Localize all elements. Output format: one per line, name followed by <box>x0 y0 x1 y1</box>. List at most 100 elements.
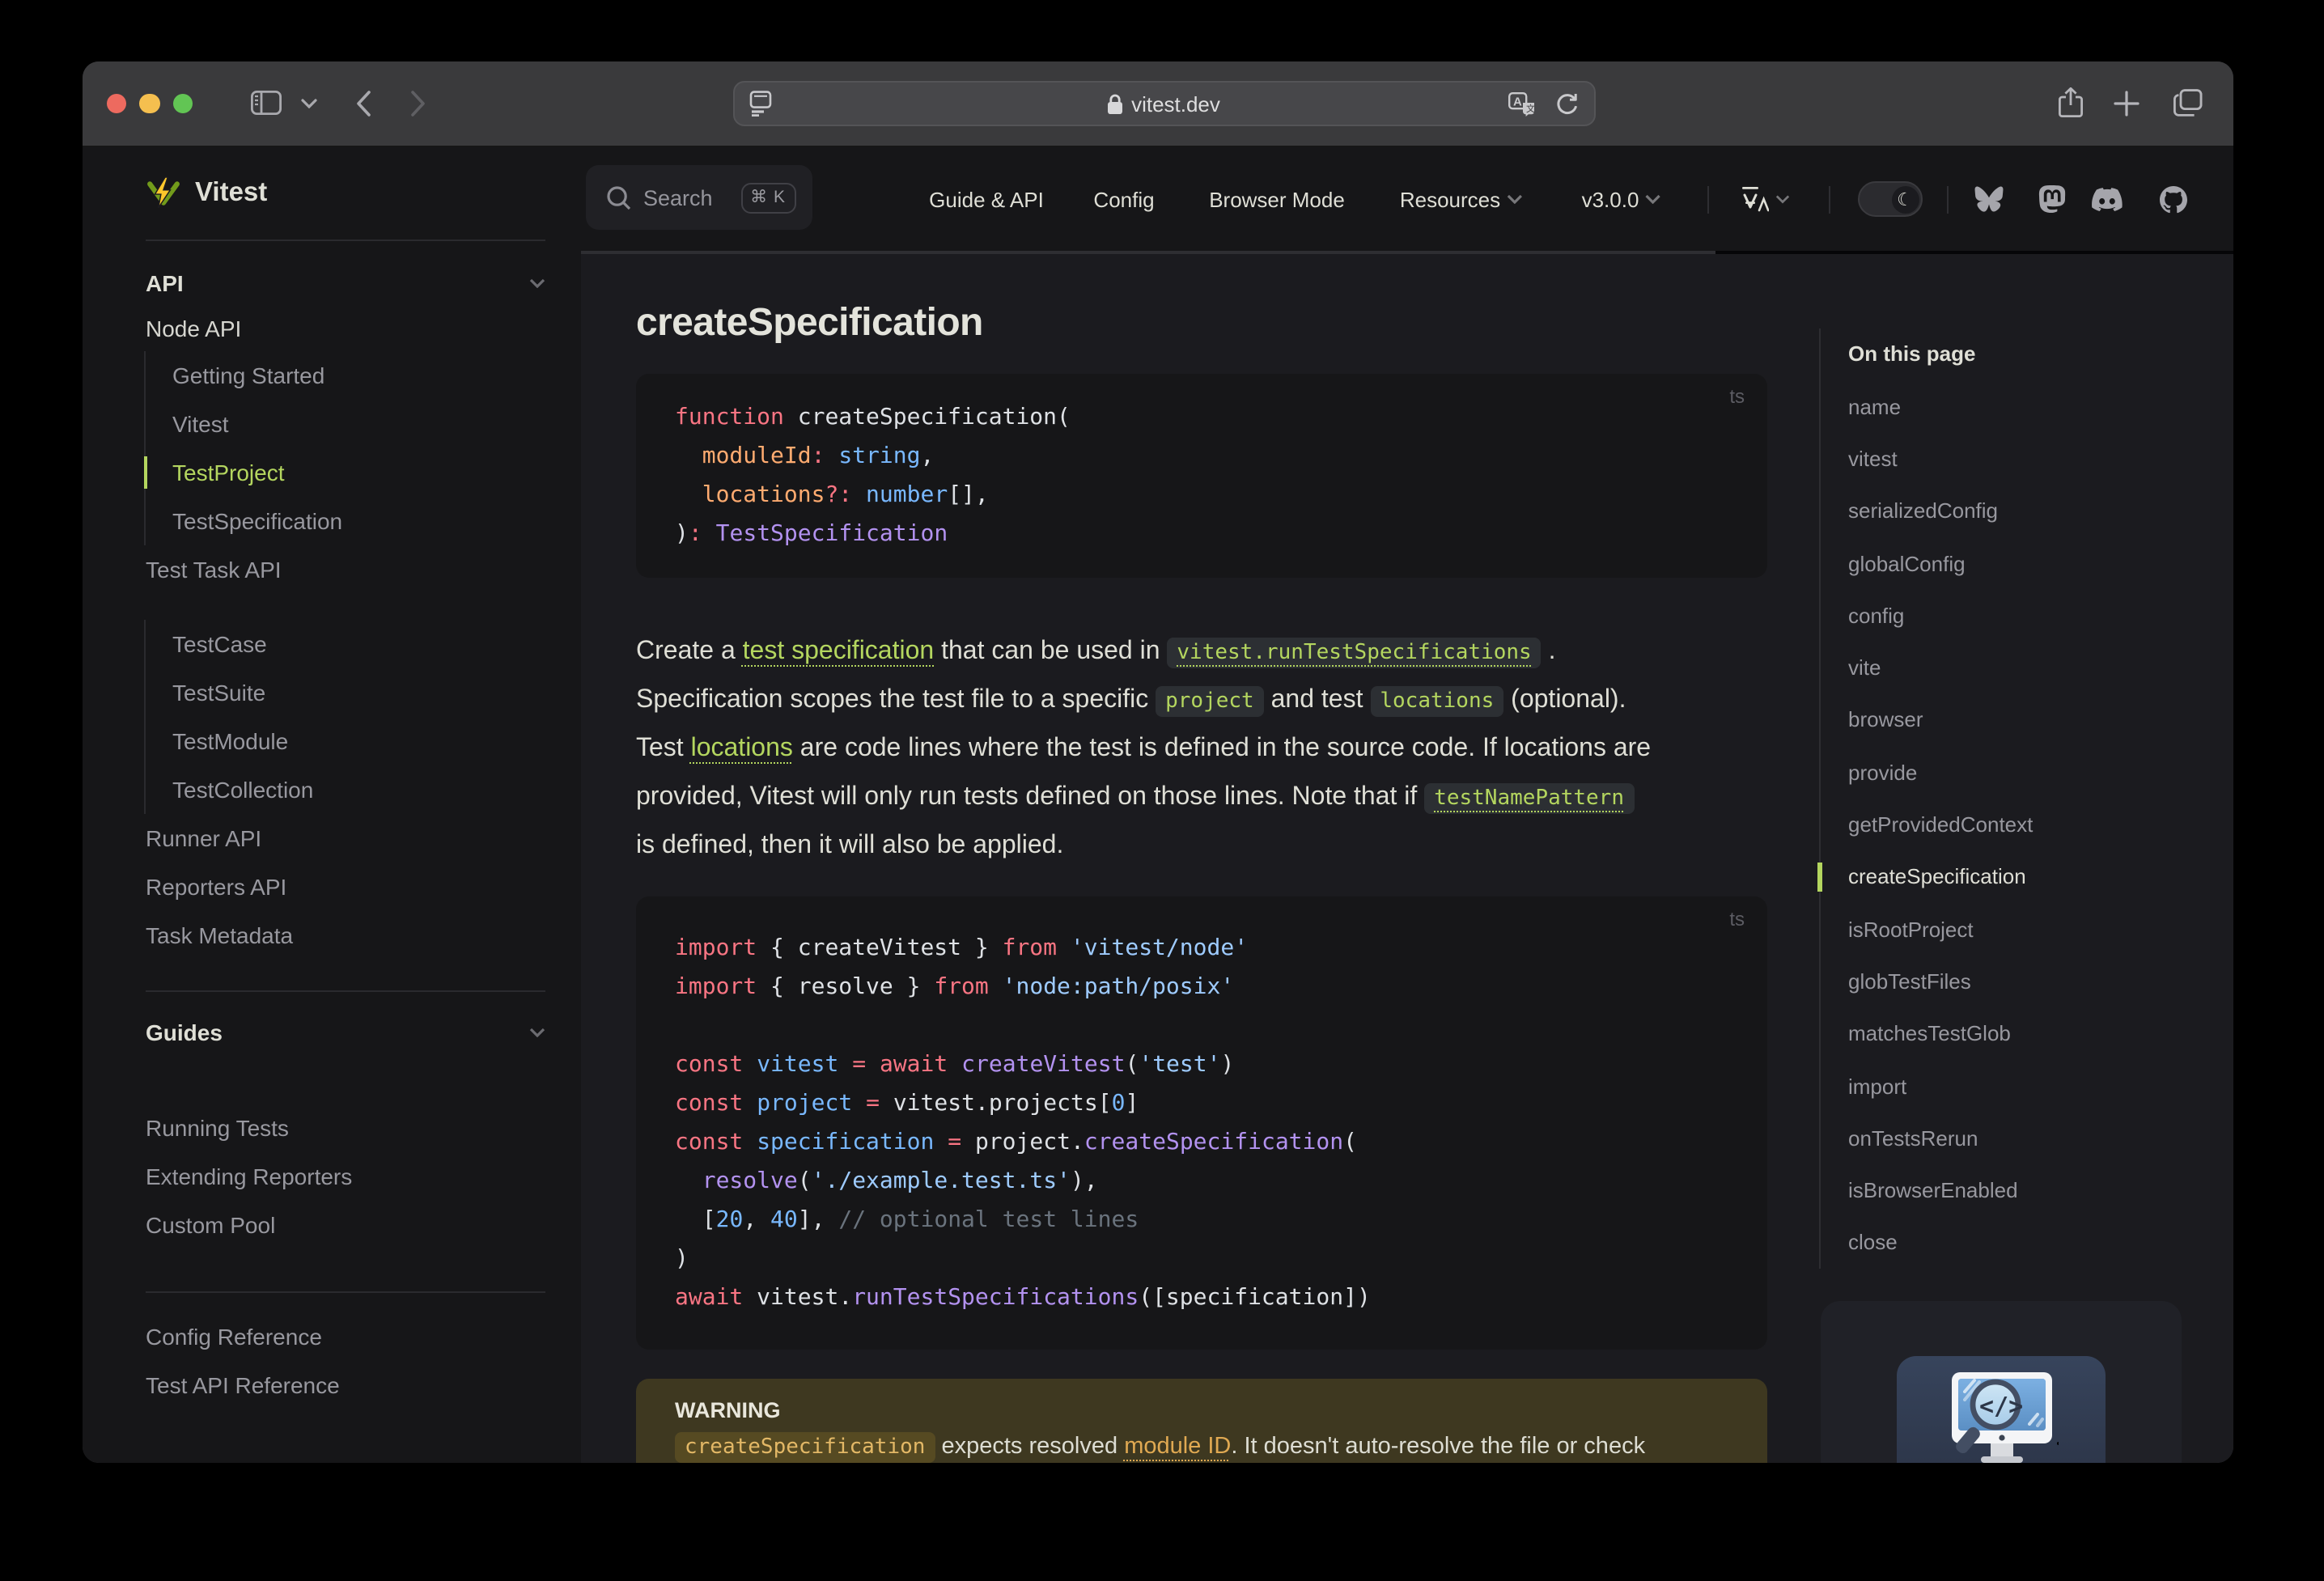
translate-icon[interactable]: A文 <box>1508 91 1535 116</box>
inline-code: createSpecification <box>675 1432 935 1462</box>
outline-item-isbrowserenabled[interactable]: isBrowserEnabled <box>1848 1164 2224 1217</box>
desktop: vitest.dev A文 Vitest API Node API Gettin… <box>0 0 2324 1581</box>
vitest-logo <box>147 176 180 209</box>
outline-item-browser[interactable]: browser <box>1848 694 2224 747</box>
address-bar[interactable]: vitest.dev A文 <box>732 81 1595 126</box>
doc-link[interactable]: test specification <box>743 638 935 665</box>
nav-v3-0-0[interactable]: v3.0.0 <box>1582 147 1662 251</box>
sidebar-item-testspecification[interactable]: TestSpecification <box>172 497 545 545</box>
outline-item-import[interactable]: import <box>1848 1060 2224 1113</box>
outline-item-serializedconfig[interactable]: serializedConfig <box>1848 485 2224 537</box>
code-line: [20, 40], // optional test lines <box>675 1207 1139 1233</box>
moon-icon: ☾ <box>1891 185 1919 213</box>
code-line: resolve('./example.test.ts'), <box>702 1168 1098 1194</box>
sidebar-item-config-reference[interactable]: Config Reference <box>146 1312 545 1361</box>
navbar: Search ⌘ K Guide & API Config Browser Mode… <box>581 147 2233 253</box>
url-text: vitest.dev <box>1131 91 1220 116</box>
sidebar-item-custom-pool[interactable]: Custom Pool <box>146 1201 545 1249</box>
github-link[interactable] <box>2159 147 2186 251</box>
lock-icon <box>1108 93 1123 113</box>
outline-item-name[interactable]: name <box>1848 380 2224 433</box>
brand[interactable]: Vitest <box>146 147 545 241</box>
sponsor-card[interactable]: </> <box>1821 1301 2182 1462</box>
outline-item-provide[interactable]: provide <box>1848 746 2224 799</box>
inline-code[interactable]: locations <box>1370 686 1504 717</box>
outline-title: On this page <box>1848 341 1976 366</box>
nav-resources[interactable]: Resources <box>1400 147 1523 251</box>
sidebar-item-test-api-reference[interactable]: Test API Reference <box>146 1361 545 1409</box>
doc-link[interactable]: module ID <box>1124 1434 1231 1460</box>
on-this-page: On this page name vitest serializedConfig g… <box>1817 328 2224 1269</box>
sidebar-chevron-icon[interactable] <box>301 61 317 146</box>
forward-button[interactable] <box>411 61 426 146</box>
outline-item-globalconfig[interactable]: globalConfig <box>1848 537 2224 590</box>
discord-link[interactable] <box>2091 147 2122 251</box>
code-search-monitor-icon: </> <box>1951 1372 2058 1462</box>
inline-code-link[interactable]: vitest.runTestSpecifications <box>1167 638 1542 668</box>
search-label: Search <box>643 185 713 210</box>
reload-icon[interactable] <box>1554 91 1579 116</box>
outline-item-ontestsrerun[interactable]: onTestsRerun <box>1848 1112 2224 1164</box>
outline-item-createspecification[interactable]: createSpecification <box>1817 850 2224 903</box>
doc-link[interactable]: locations <box>691 735 793 762</box>
outline-item-globtestfiles[interactable]: globTestFiles <box>1848 956 2224 1008</box>
code-lang-label: ts <box>1729 908 1745 930</box>
sidebar: Vitest API Node API Getting Started Vitest T… <box>83 147 581 1462</box>
sidebar-item-running-tests[interactable]: Running Tests <box>146 1104 545 1152</box>
code-line: ): TestSpecification <box>675 521 948 547</box>
sidebar-item-test-task-api[interactable]: Test Task API <box>146 545 545 594</box>
code-line: await vitest.runTestSpecifications([spec… <box>675 1285 1371 1311</box>
sidebar-item-getting-started[interactable]: Getting Started <box>172 351 545 400</box>
paragraph: Create a test specification that can be … <box>636 638 1652 859</box>
nav-guide-api[interactable]: Guide & API <box>929 147 1044 251</box>
inline-code[interactable]: project <box>1156 686 1264 717</box>
sidebar-item-vitest[interactable]: Vitest <box>172 400 545 448</box>
outline-item-getprovidedcontext[interactable]: getProvidedContext <box>1848 799 2224 851</box>
sidebar-divider <box>146 990 545 992</box>
sidebar-item-testmodule[interactable]: TestModule <box>172 717 545 765</box>
search-button[interactable]: Search ⌘ K <box>585 165 812 230</box>
sidebar-toggle-icon[interactable] <box>251 61 282 146</box>
warning-callout: WARNING createSpecification expects reso… <box>636 1379 1767 1462</box>
sidebar-item-testcollection[interactable]: TestCollection <box>172 765 545 814</box>
outline-item-vite[interactable]: vite <box>1848 642 2224 694</box>
minimize-button[interactable] <box>139 93 159 113</box>
sidebar-item-testcase[interactable]: TestCase <box>172 620 545 668</box>
inline-code-link[interactable]: testNamePattern <box>1424 783 1634 814</box>
outline-item-vitest[interactable]: vitest <box>1848 433 2224 485</box>
sidebar-section-api[interactable]: API <box>146 261 545 306</box>
chevron-down-icon <box>1507 194 1523 204</box>
browser-window: vitest.dev A文 Vitest API Node API Gettin… <box>83 61 2233 1462</box>
bluesky-link[interactable] <box>1974 147 2004 251</box>
zoom-button[interactable] <box>172 93 193 113</box>
code-line: const project = vitest.projects[0] <box>675 1091 1139 1117</box>
sidebar-item-extending-reporters[interactable]: Extending Reporters <box>146 1152 545 1201</box>
chevron-down-icon <box>529 278 545 288</box>
outline-item-config[interactable]: config <box>1848 589 2224 642</box>
new-tab-icon[interactable] <box>2114 61 2140 146</box>
sidebar-item-testproject[interactable]: TestProject <box>143 448 545 497</box>
share-icon[interactable] <box>2059 61 2083 146</box>
nav-browser-mode[interactable]: Browser Mode <box>1209 147 1345 251</box>
sidebar-item-reporters-api[interactable]: Reporters API <box>146 863 545 911</box>
sidebar-section-guides[interactable]: Guides <box>146 1010 545 1055</box>
mastodon-link[interactable] <box>2038 147 2066 251</box>
search-icon <box>606 185 630 210</box>
nav-config[interactable]: Config <box>1093 147 1154 251</box>
sidebar-item-runner-api[interactable]: Runner API <box>146 814 545 863</box>
outline-item-matchestestglob[interactable]: matchesTestGlob <box>1848 1007 2224 1060</box>
language-menu[interactable] <box>1741 147 1790 251</box>
sidebar-item-testsuite[interactable]: TestSuite <box>172 668 545 717</box>
outline-item-close[interactable]: close <box>1848 1217 2224 1269</box>
chevron-down-icon <box>529 1028 545 1037</box>
sidebar-item-node-api[interactable]: Node API <box>146 306 545 351</box>
theme-toggle[interactable]: ☾ <box>1858 181 1923 217</box>
tab-overview-icon[interactable] <box>2173 61 2203 146</box>
code-line: const specification = project.createSpec… <box>675 1130 1357 1155</box>
close-button[interactable] <box>106 93 126 113</box>
reader-icon[interactable] <box>749 91 771 117</box>
outline-item-isrootproject[interactable]: isRootProject <box>1848 903 2224 956</box>
back-button[interactable] <box>356 61 371 146</box>
sidebar-item-task-metadata[interactable]: Task Metadata <box>146 911 545 960</box>
